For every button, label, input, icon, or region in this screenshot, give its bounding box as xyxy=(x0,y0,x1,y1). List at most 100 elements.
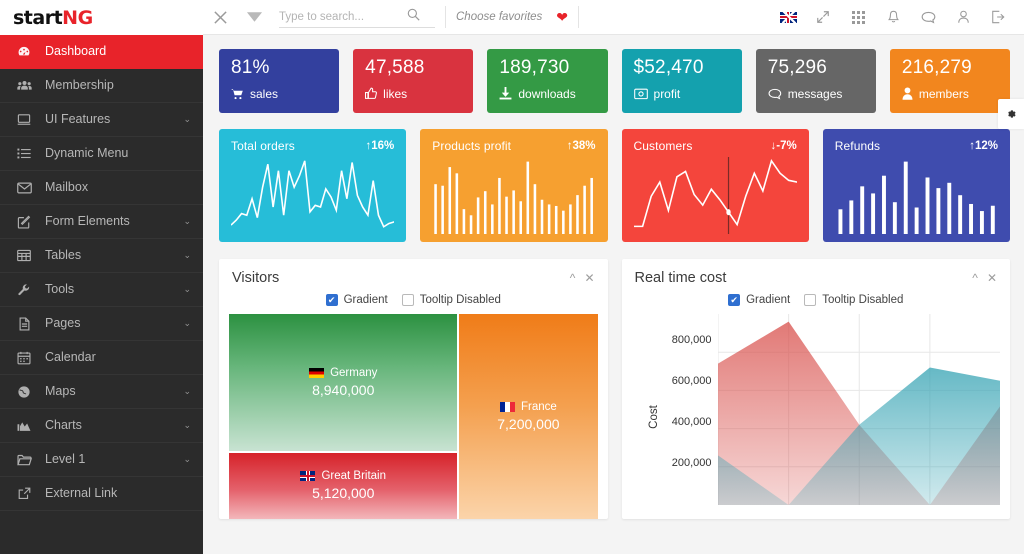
grid-icon[interactable] xyxy=(841,0,875,34)
panel-title: Visitors xyxy=(232,270,279,286)
sidebar-item-form-elements[interactable]: Form Elements⌄ xyxy=(0,205,203,239)
app-root: startNG Dashboard MembershipUI Features⌄D… xyxy=(0,0,1024,554)
settings-gear-button[interactable] xyxy=(998,99,1024,129)
close-icon[interactable]: ✕ xyxy=(987,272,997,284)
stat-label: members xyxy=(902,87,998,101)
chat-icon[interactable] xyxy=(911,0,945,34)
search-box[interactable] xyxy=(279,7,435,28)
sidebar-item-maps[interactable]: Maps⌄ xyxy=(0,375,203,409)
sidebar-item-mailbox[interactable]: Mailbox xyxy=(0,171,203,205)
panel-cost-body: Cost 200,000400,000600,000800,000 xyxy=(622,314,1011,519)
sidebar-item-label: Dashboard xyxy=(45,45,191,58)
chevron-down-icon[interactable]: ⌄ xyxy=(183,386,191,397)
mini-card-refunds[interactable]: Refunds↑12% xyxy=(823,129,1010,242)
sidebar-item-label: Maps xyxy=(45,385,183,398)
sidebar-item-label: Tools xyxy=(45,283,183,296)
chevron-down-icon[interactable]: ⌄ xyxy=(183,250,191,261)
panel-cost-options: Gradient Tooltip Disabled xyxy=(622,290,1011,314)
panel-visitors-options: Gradient Tooltip Disabled xyxy=(219,290,608,314)
logout-icon[interactable] xyxy=(981,0,1015,34)
person-icon xyxy=(902,87,913,100)
stat-value: 75,296 xyxy=(768,58,864,78)
comment-icon xyxy=(768,88,782,100)
stat-card-members[interactable]: 216,279members xyxy=(890,49,1010,113)
sidebar-item-label: Level 1 xyxy=(45,453,183,466)
tooltip-disabled-checkbox[interactable] xyxy=(804,294,816,306)
panel-tools: ^ ✕ xyxy=(570,272,595,284)
chevron-down-icon[interactable]: ⌄ xyxy=(183,284,191,295)
dashboard-content: 81%sales47,588likes189,730downloads$52,4… xyxy=(203,35,1024,554)
option-tooltip-disabled[interactable]: Tooltip Disabled xyxy=(804,294,903,306)
sidebar-item-level-1[interactable]: Level 1⌄ xyxy=(0,443,203,477)
option-label: Tooltip Disabled xyxy=(420,294,501,306)
stat-card-profit[interactable]: $52,470 profit xyxy=(622,49,742,113)
mini-card-products-profit[interactable]: Products profit↑38% xyxy=(420,129,607,242)
treemap-cell-germany[interactable]: Germany 8,940,000 xyxy=(229,314,457,451)
bell-icon[interactable] xyxy=(876,0,910,34)
file-icon xyxy=(14,317,34,331)
stat-value: $52,470 xyxy=(634,58,730,78)
chevron-down-icon[interactable]: ⌄ xyxy=(183,216,191,227)
sidebar-item-label: Charts xyxy=(45,419,183,432)
logo[interactable]: startNG xyxy=(0,0,203,35)
stat-card-likes[interactable]: 47,588likes xyxy=(353,49,473,113)
chevron-up-icon[interactable]: ^ xyxy=(570,272,576,284)
chevron-down-icon[interactable]: ⌄ xyxy=(183,114,191,125)
mini-card-header: Refunds↑12% xyxy=(835,139,998,153)
search-icon[interactable] xyxy=(407,8,420,26)
mini-chart-svg xyxy=(231,157,394,234)
sidebar-item-calendar[interactable]: Calendar xyxy=(0,341,203,375)
gradient-checkbox[interactable] xyxy=(326,294,338,306)
sidebar-item-external-link[interactable]: External Link xyxy=(0,477,203,511)
mini-card-header: Products profit↑38% xyxy=(432,139,595,153)
chevron-down-icon[interactable]: ⌄ xyxy=(183,454,191,465)
external-link-icon xyxy=(14,487,34,500)
gradient-checkbox[interactable] xyxy=(728,294,740,306)
option-gradient[interactable]: Gradient xyxy=(728,294,790,306)
mini-card-title: Customers xyxy=(634,139,693,153)
table-icon xyxy=(14,249,34,262)
chevron-down-icon[interactable]: ⌄ xyxy=(183,420,191,431)
option-gradient[interactable]: Gradient xyxy=(326,294,388,306)
sidebar-item-tables[interactable]: Tables⌄ xyxy=(0,239,203,273)
sidebar-item-tools[interactable]: Tools⌄ xyxy=(0,273,203,307)
sidebar-item-label: External Link xyxy=(45,487,191,500)
country-name: Great Britain xyxy=(321,470,386,482)
chevron-down-icon[interactable]: ⌄ xyxy=(183,318,191,329)
tooltip-disabled-checkbox[interactable] xyxy=(402,294,414,306)
delta-value: 12% xyxy=(975,140,998,152)
logo-start: start xyxy=(13,7,62,29)
sidebar-item-ui-features[interactable]: UI Features⌄ xyxy=(0,103,203,137)
users-icon xyxy=(14,79,34,92)
mini-card-customers[interactable]: Customers↓-7% xyxy=(622,129,809,242)
sidebar-item-pages[interactable]: Pages⌄ xyxy=(0,307,203,341)
stat-cards-row: 81%sales47,588likes189,730downloads$52,4… xyxy=(219,49,1010,113)
chevron-down-icon[interactable] xyxy=(237,0,271,34)
sidebar-item-dynamic-menu[interactable]: Dynamic Menu xyxy=(0,137,203,171)
stat-label-text: profit xyxy=(654,87,681,101)
stat-card-messages[interactable]: 75,296messages xyxy=(756,49,876,113)
close-icon[interactable] xyxy=(203,0,237,34)
stat-card-sales[interactable]: 81%sales xyxy=(219,49,339,113)
treemap-cell-label: France xyxy=(500,401,557,413)
sidebar-item-membership[interactable]: Membership xyxy=(0,69,203,103)
search-input[interactable] xyxy=(279,11,407,23)
heart-icon[interactable]: ❤ xyxy=(556,9,568,26)
expand-icon[interactable] xyxy=(806,0,840,34)
flag-uk-icon[interactable] xyxy=(771,0,805,34)
mini-card-total-orders[interactable]: Total orders↑16% xyxy=(219,129,406,242)
close-icon[interactable]: ✕ xyxy=(584,272,594,284)
chevron-up-icon[interactable]: ^ xyxy=(972,272,978,284)
mini-chart-row: Total orders↑16% Products profit↑38% Custo… xyxy=(219,129,1010,242)
area-chart-svg[interactable] xyxy=(718,314,1001,505)
user-icon[interactable] xyxy=(946,0,980,34)
treemap-cell-great-britain[interactable]: Great Britain 5,120,000 xyxy=(229,453,457,519)
option-tooltip-disabled[interactable]: Tooltip Disabled xyxy=(402,294,501,306)
download-icon xyxy=(499,87,512,100)
logo-text: startNG xyxy=(13,7,93,29)
sidebar-item-dashboard[interactable]: Dashboard xyxy=(0,35,203,69)
treemap-cell-value: 5,120,000 xyxy=(312,485,374,501)
treemap-cell-france[interactable]: France 7,200,000 xyxy=(459,314,597,519)
sidebar-item-charts[interactable]: Charts⌄ xyxy=(0,409,203,443)
stat-card-downloads[interactable]: 189,730downloads xyxy=(487,49,607,113)
